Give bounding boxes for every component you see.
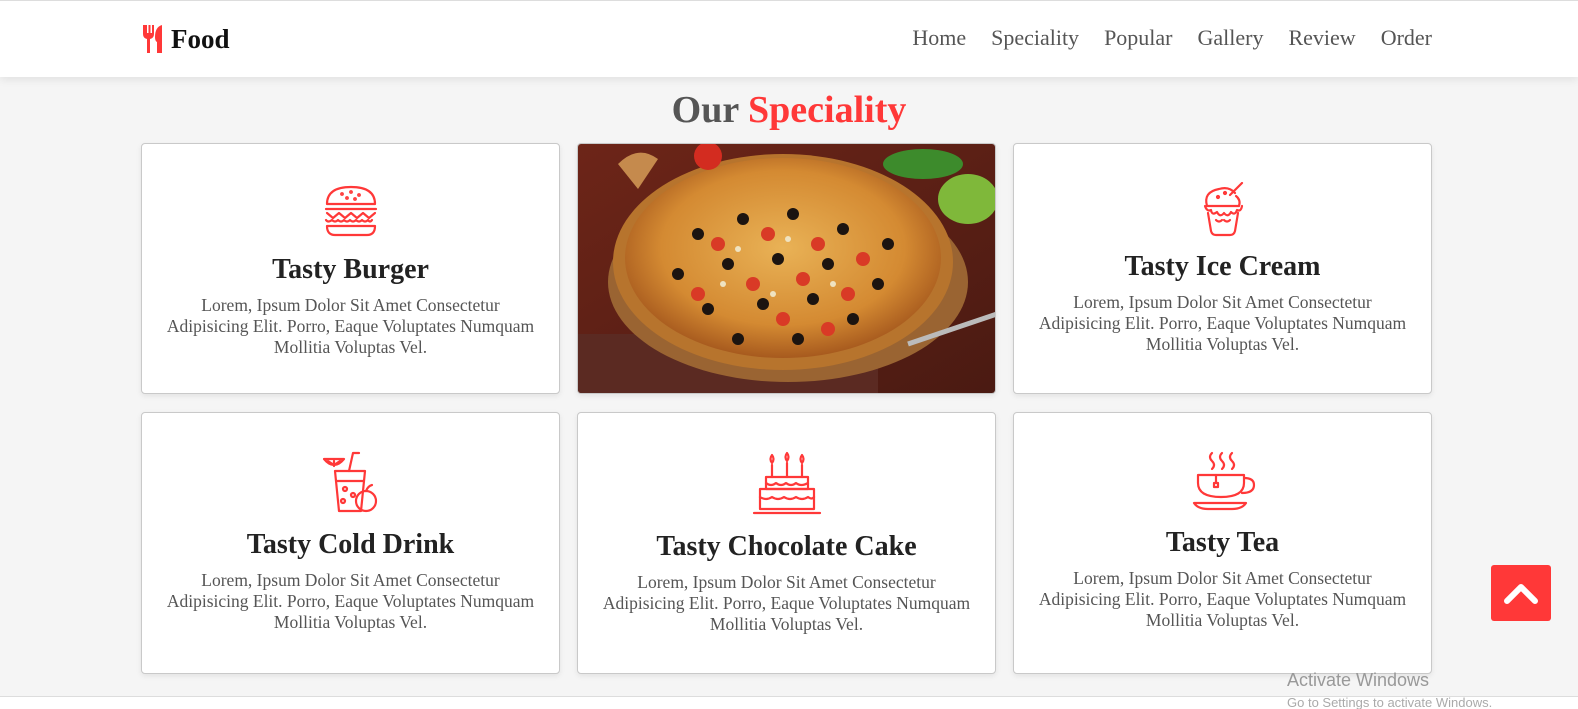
card-title: Tasty Ice Cream [1124, 251, 1321, 282]
card-title: Tasty Burger [272, 254, 429, 285]
utensils-icon [143, 25, 162, 53]
site-header: Food Home Speciality Popular Gallery Rev… [0, 0, 1578, 77]
nav-speciality[interactable]: Speciality [991, 25, 1079, 51]
card-title: Tasty Cold Drink [246, 529, 455, 560]
card-text: Lorem, Ipsum Dolor Sit Amet Consectetur … [166, 570, 535, 632]
scroll-top-button[interactable] [1491, 565, 1551, 621]
chevron-up-icon [1504, 584, 1538, 604]
ice-cream-icon [1203, 182, 1243, 237]
burger-icon [324, 185, 377, 237]
nav-order[interactable]: Order [1381, 25, 1432, 51]
section-heading: Our Speciality [0, 88, 1578, 132]
pizza-image [578, 144, 995, 393]
card-text: Lorem, Ipsum Dolor Sit Amet Consectetur … [1038, 568, 1407, 630]
brand-logo[interactable]: Food [141, 23, 230, 55]
card-pizza-image[interactable] [577, 143, 996, 394]
nav-popular[interactable]: Popular [1104, 25, 1172, 51]
heading-main: Our [671, 89, 739, 131]
card-burger[interactable]: Tasty Burger Lorem, Ipsum Dolor Sit Amet… [141, 143, 560, 394]
card-text: Lorem, Ipsum Dolor Sit Amet Consectetur … [602, 572, 971, 634]
tea-cup-icon [1192, 451, 1255, 511]
card-title: Tasty Chocolate Cake [656, 531, 917, 562]
windows-watermark-subtitle: Go to Settings to activate Windows. [1287, 695, 1493, 709]
heading-accent: Speciality [748, 89, 907, 131]
card-text: Lorem, Ipsum Dolor Sit Amet Consectetur … [166, 295, 535, 357]
nav-review[interactable]: Review [1288, 25, 1355, 51]
cold-drink-icon [322, 451, 377, 513]
main-nav: Home Speciality Popular Gallery Review O… [912, 25, 1432, 51]
card-text: Lorem, Ipsum Dolor Sit Amet Consectetur … [1038, 292, 1407, 354]
brand-name: Food [171, 23, 230, 54]
card-chocolate-cake[interactable]: Tasty Chocolate Cake Lorem, Ipsum Dolor … [577, 412, 996, 674]
cake-icon [752, 451, 821, 515]
card-title: Tasty Tea [1165, 527, 1280, 558]
card-ice-cream[interactable]: Tasty Ice Cream Lorem, Ipsum Dolor Sit A… [1013, 143, 1432, 394]
nav-home[interactable]: Home [912, 25, 966, 51]
windows-watermark-title: Activate Windows [1287, 670, 1430, 690]
card-tea[interactable]: Tasty Tea Lorem, Ipsum Dolor Sit Amet Co… [1013, 412, 1432, 674]
nav-gallery[interactable]: Gallery [1198, 25, 1264, 51]
card-cold-drink[interactable]: Tasty Cold Drink Lorem, Ipsum Dolor Sit … [141, 412, 560, 674]
